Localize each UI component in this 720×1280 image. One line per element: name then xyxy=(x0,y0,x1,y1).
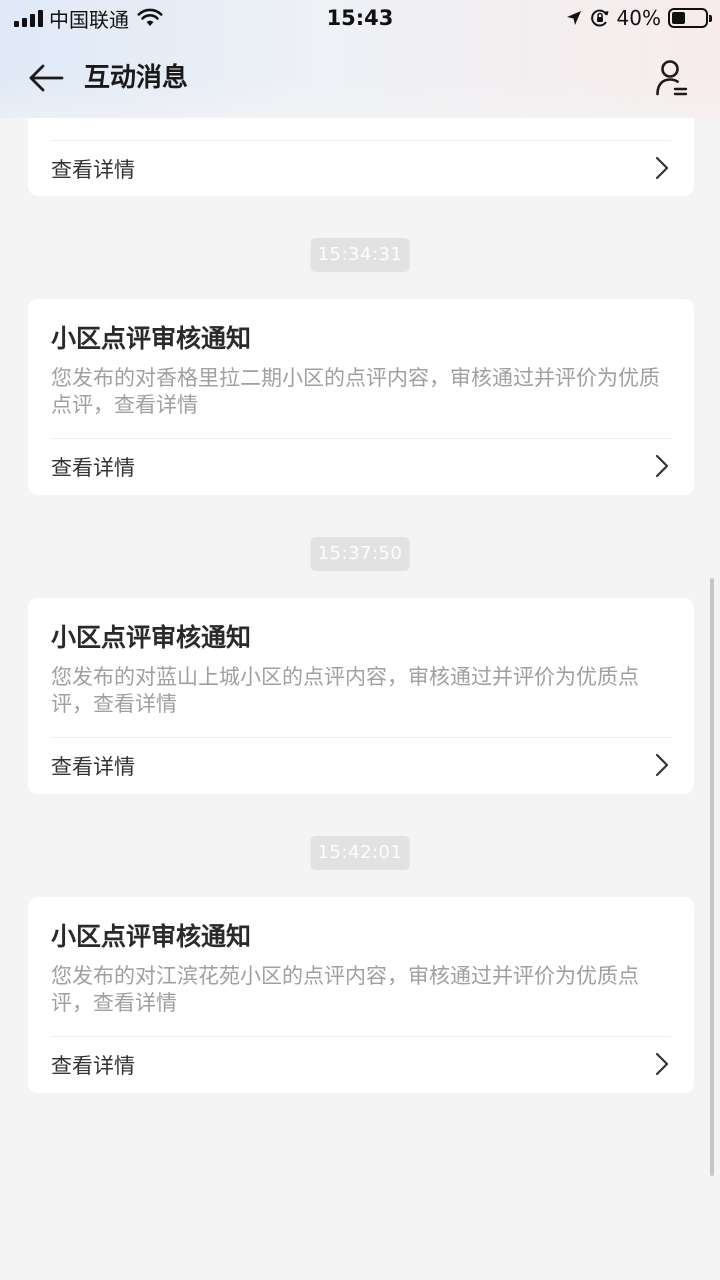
view-details-label: 查看详情 xyxy=(51,456,135,480)
user-profile-icon xyxy=(656,60,688,96)
orientation-lock-icon xyxy=(590,9,609,27)
message-description: 您发布的对江滨花苑小区的点评内容，审核通过并评价为优质点评，查看详情 xyxy=(51,964,639,1015)
timestamp-badge: 15:37:50 xyxy=(310,537,410,571)
chevron-right-icon xyxy=(655,156,669,180)
scrollbar[interactable] xyxy=(710,578,714,1176)
view-details-row[interactable]: 查看详情 xyxy=(28,1036,694,1092)
interactive-messages-page: 查看详情 15:34:31 小区点评审核通知 您发布的对香格里拉二期小区的点评内… xyxy=(0,0,720,1280)
view-details-row[interactable]: 查看详情 xyxy=(28,438,694,494)
view-details-label: 查看详情 xyxy=(51,158,135,182)
chevron-right-icon xyxy=(655,1052,669,1076)
battery-icon xyxy=(668,8,712,28)
message-title: 小区点评审核通知 xyxy=(51,623,252,652)
message-card[interactable]: 小区点评审核通知 您发布的对香格里拉二期小区的点评内容，审核通过并评价为优质点评… xyxy=(28,299,694,495)
location-arrow-icon xyxy=(566,11,581,25)
back-button[interactable] xyxy=(28,58,72,98)
view-details-label: 查看详情 xyxy=(51,1054,135,1078)
message-description: 您发布的对蓝山上城小区的点评内容，审核通过并评价为优质点评，查看详情 xyxy=(51,665,639,716)
chevron-right-icon xyxy=(655,753,669,777)
message-description: 您发布的对香格里拉二期小区的点评内容，审核通过并评价为优质点评，查看详情 xyxy=(51,366,660,417)
view-details-row[interactable]: 查看详情 xyxy=(28,140,694,196)
message-title: 小区点评审核通知 xyxy=(51,324,252,353)
battery-percent: 40% xyxy=(616,6,661,30)
page-title: 互动消息 xyxy=(84,63,189,93)
message-card[interactable]: 小区点评审核通知 您发布的对蓝山上城小区的点评内容，审核通过并评价为优质点评，查… xyxy=(28,598,694,794)
navigation-bar: 互动消息 xyxy=(0,50,720,106)
back-arrow-icon xyxy=(29,64,64,92)
status-bar: 中国联通 15:43 40% xyxy=(0,0,720,38)
view-details-label: 查看详情 xyxy=(51,755,135,779)
view-details-row[interactable]: 查看详情 xyxy=(28,737,694,793)
timestamp-badge: 15:34:31 xyxy=(310,238,410,272)
message-list[interactable]: 查看详情 15:34:31 小区点评审核通知 您发布的对香格里拉二期小区的点评内… xyxy=(0,0,720,1280)
message-card[interactable]: 小区点评审核通知 您发布的对江滨花苑小区的点评内容，审核通过并评价为优质点评，查… xyxy=(28,897,694,1093)
timestamp-badge: 15:42:01 xyxy=(310,836,410,870)
user-settings-button[interactable] xyxy=(652,56,692,100)
chevron-right-icon xyxy=(655,454,669,478)
message-title: 小区点评审核通知 xyxy=(51,922,252,951)
